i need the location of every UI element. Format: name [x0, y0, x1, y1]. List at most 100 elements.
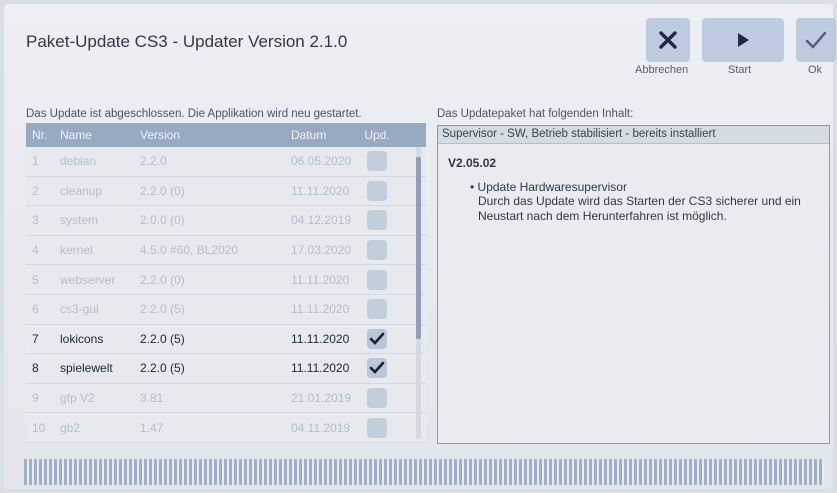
row-upd [358, 210, 396, 231]
table-header: Nr. Name Version Datum Upd. [26, 123, 426, 147]
row-version: 2.2.0 (5) [140, 331, 185, 346]
row-nr: 3 [32, 213, 39, 228]
progress-bar [24, 459, 824, 485]
scrollbar-thumb[interactable] [416, 157, 421, 339]
content-version: V2.05.02 [448, 156, 497, 170]
update-checkbox[interactable] [367, 328, 387, 349]
row-nr: 9 [32, 391, 39, 406]
ok-label: Ok [808, 64, 823, 76]
table-row[interactable]: 6 cs3-gui 2.2.0 (5) 11.11.2020 [26, 295, 426, 325]
row-name: gb2 [60, 420, 81, 435]
update-checkbox[interactable] [367, 210, 387, 231]
header-version: Version [140, 128, 181, 142]
row-nr: 1 [32, 154, 39, 169]
row-nr: 7 [32, 331, 39, 346]
row-name: system [60, 213, 99, 228]
row-date: 11.11.2020 [291, 331, 350, 346]
table-row[interactable]: 2 cleanup 2.2.0 (0) 11.11.2020 [26, 177, 426, 207]
content-description: Durch das Update wird das Starten der CS… [478, 194, 801, 223]
window-title: Paket-Update CS3 - Updater Version 2.1.0 [26, 32, 348, 51]
row-date: 11.11.2020 [291, 183, 350, 198]
row-version: 2.0.0 (0) [140, 213, 185, 228]
table-row[interactable]: 10 gb2 1.47 04.11.2019 [26, 413, 426, 443]
content-header: Supervisor - SW, Betrieb stabilisiert - … [438, 126, 829, 144]
table-row[interactable]: 9 gfp V2 3.81 21.01.2019 [26, 384, 426, 414]
row-name: lokicons [60, 331, 104, 346]
header-nr: Nr. [32, 128, 48, 142]
table-row[interactable]: 7 lokicons 2.2.0 (5) 11.11.2020 [26, 325, 426, 355]
update-checkbox[interactable] [367, 417, 387, 438]
row-nr: 6 [32, 302, 39, 317]
ok-button[interactable] [796, 18, 836, 62]
row-version: 2.2.0 (0) [140, 183, 185, 198]
row-upd [358, 417, 396, 438]
status-text: Das Update ist abgeschlossen. Die Applik… [26, 108, 362, 120]
row-date: 11.11.2020 [291, 361, 350, 376]
table-row[interactable]: 1 debian 2.2.0 06.05.2020 [26, 147, 426, 177]
update-checkbox[interactable] [367, 151, 387, 172]
row-nr: 2 [32, 183, 39, 198]
start-label: Start [728, 64, 752, 76]
row-date: 06.05.2020 [291, 154, 352, 169]
package-table: Nr. Name Version Datum Upd. 1 debian 2.2.0… [26, 123, 426, 444]
table-body: 1 debian 2.2.0 06.05.2020 2 cleanup 2.2.0 (0) 1… [26, 147, 426, 443]
row-upd [358, 151, 396, 172]
row-upd [358, 388, 396, 409]
row-nr: 10 [32, 420, 46, 435]
row-version: 2.2.0 (5) [140, 302, 185, 317]
row-nr: 8 [32, 361, 39, 376]
update-checkbox[interactable] [367, 388, 387, 409]
play-icon [738, 33, 749, 47]
header-date: Datum [291, 128, 327, 142]
row-date: 04.12.2019 [291, 213, 352, 228]
content-panel: Supervisor - SW, Betrieb stabilisiert - … [437, 125, 830, 444]
checkmark-icon [805, 31, 827, 49]
update-checkbox[interactable] [367, 269, 387, 290]
close-icon [659, 31, 677, 49]
header-upd: Upd. [364, 128, 390, 142]
row-upd [358, 358, 396, 379]
table-row[interactable]: 8 spielewelt 2.2.0 (5) 11.11.2020 [26, 354, 426, 384]
row-version: 2.2.0 (0) [140, 272, 185, 287]
row-name: cleanup [60, 183, 103, 198]
row-upd [358, 299, 396, 320]
update-checkbox[interactable] [367, 358, 387, 379]
updater-window: Paket-Update CS3 - Updater Version 2.1.0… [4, 4, 836, 489]
row-upd [358, 328, 396, 349]
update-checkbox[interactable] [367, 240, 387, 261]
cancel-label: Abbrechen [635, 64, 689, 76]
row-name: webserver [60, 272, 116, 287]
table-row[interactable]: 4 kernel 4.5.0 #60, BL2020 17.03.2020 [26, 236, 426, 266]
row-date: 17.03.2020 [291, 243, 352, 258]
update-checkbox[interactable] [367, 180, 387, 201]
row-version: 4.5.0 #60, BL2020 [140, 243, 239, 258]
header-name: Name [60, 128, 93, 142]
checkmark-icon [369, 332, 385, 345]
row-date: 21.01.2019 [291, 391, 352, 406]
bullet-text: Update Hardwaresupervisor [477, 180, 627, 194]
start-button[interactable] [702, 18, 784, 62]
row-name: cs3-gui [60, 302, 99, 317]
row-version: 3.81 [140, 391, 164, 406]
row-name: debian [60, 154, 97, 169]
row-date: 11.11.2020 [291, 302, 350, 317]
table-scrollbar[interactable] [416, 147, 421, 439]
table-row[interactable]: 3 system 2.0.0 (0) 04.12.2019 [26, 206, 426, 236]
row-version: 2.2.0 [140, 154, 167, 169]
row-upd [358, 269, 396, 290]
row-date: 11.11.2020 [291, 272, 350, 287]
panel-caption: Das Updatepaket hat folgenden Inhalt: [437, 108, 634, 120]
row-name: spielewelt [60, 361, 113, 376]
cancel-button[interactable] [646, 18, 690, 62]
row-date: 04.11.2019 [291, 420, 351, 435]
content-bullet: • Update Hardwaresupervisor [448, 180, 819, 194]
row-nr: 4 [32, 243, 39, 258]
row-name: kernel [60, 243, 93, 258]
bullet-icon: • [470, 180, 475, 194]
row-name: gfp V2 [60, 391, 95, 406]
table-row[interactable]: 5 webserver 2.2.0 (0) 11.11.2020 [26, 265, 426, 295]
row-version: 2.2.0 (5) [140, 361, 185, 376]
update-checkbox[interactable] [367, 299, 387, 320]
row-upd [358, 240, 396, 261]
row-version: 1.47 [140, 420, 164, 435]
